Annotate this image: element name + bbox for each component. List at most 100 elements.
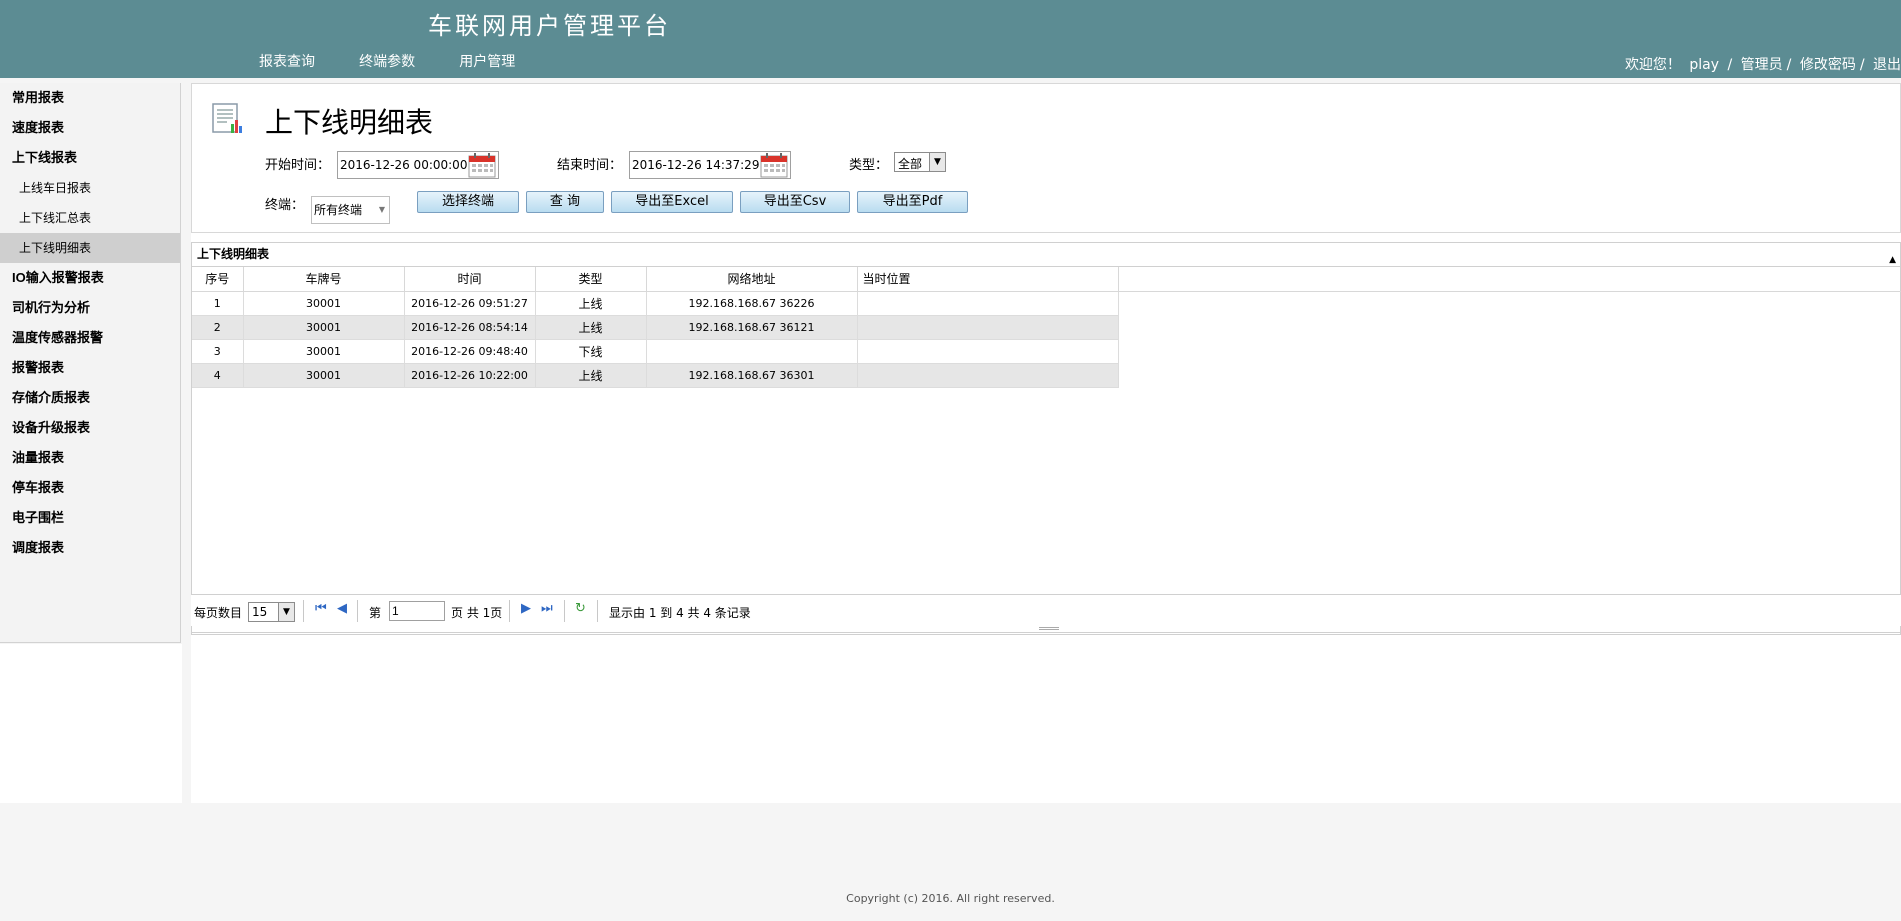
last-page-icon[interactable]: ⏭ [541, 601, 553, 616]
page-size-value: 15 [252, 605, 268, 619]
chevron-down-icon[interactable]: ▼ [379, 205, 385, 214]
export-pdf-button[interactable]: 导出至Pdf [857, 191, 968, 213]
page-size-select[interactable]: 15 ▼ [248, 602, 295, 622]
calendar-icon[interactable] [468, 153, 496, 178]
end-time-value: 2016-12-26 14:37:29 [632, 158, 760, 172]
cell-plate: 30001 [243, 315, 405, 340]
pager-separator [509, 600, 510, 622]
pager-separator [597, 600, 598, 622]
change-password-link[interactable]: 修改密码 [1800, 57, 1856, 73]
page-title: 上下线明细表 [265, 108, 434, 139]
column-header-index[interactable]: 序号 [192, 267, 244, 292]
sidebar-item-upgrade-reports[interactable]: 设备升级报表 [0, 413, 180, 443]
grip-icon[interactable] [1039, 627, 1059, 630]
sidebar-item-alarm-reports[interactable]: 报警报表 [0, 353, 180, 383]
column-header-plate[interactable]: 车牌号 [243, 267, 405, 292]
pager-separator [357, 600, 358, 622]
data-grid: 上下线明细表 ▲ 序号 车牌号 时间 类型 网络地址 当时位置 1 30001 … [191, 242, 1901, 635]
calendar-icon[interactable] [760, 153, 788, 178]
grid-title: 上下线明细表 ▲ [192, 243, 1900, 267]
cell-index: 1 [192, 291, 244, 316]
table-row[interactable]: 1 30001 2016-12-26 09:51:27 上线 192.168.1… [192, 291, 1119, 316]
export-excel-button[interactable]: 导出至Excel [611, 191, 733, 213]
chevron-down-icon[interactable]: ▼ [929, 153, 945, 171]
main-content: 上下线明细表 开始时间： 2016-12-26 00:00:00 结束时间： 2… [191, 83, 1901, 803]
select-terminal-button[interactable]: 选择终端 [417, 191, 519, 213]
sidebar-item-temperature-alarm[interactable]: 温度传感器报警 [0, 323, 180, 353]
table-row[interactable]: 3 30001 2016-12-26 09:48:40 下线 [192, 339, 1119, 364]
refresh-icon[interactable]: ↻ [575, 601, 586, 616]
sidebar-item-io-alarm[interactable]: IO输入报警报表 [0, 263, 180, 293]
logout-link[interactable]: 退出 [1873, 57, 1901, 73]
pager-separator [564, 600, 565, 622]
separator: / [1727, 57, 1733, 73]
end-time-label: 结束时间： [557, 158, 623, 173]
current-page-input[interactable] [389, 601, 445, 621]
type-select[interactable]: 全部 ▼ [894, 152, 946, 172]
collapse-icon[interactable]: ▲ [1889, 249, 1896, 272]
nav-user-management[interactable]: 用户管理 [459, 54, 515, 70]
role-link[interactable]: 管理员 [1741, 57, 1783, 73]
sidebar-item-online-offline-reports[interactable]: 上下线报表 [0, 143, 180, 173]
sidebar-item-parking-reports[interactable]: 停车报表 [0, 473, 180, 503]
prev-page-icon[interactable]: ◀ [337, 601, 347, 616]
sidebar-subitem-online-detail[interactable]: 上下线明细表 [0, 233, 180, 263]
sidebar-item-speed-reports[interactable]: 速度报表 [0, 113, 180, 143]
pager: 每页数目 15 ▼ ⏮ ◀ 第 页 共 1页 ▶ ⏭ ↻ 显示由 1 到 4 共… [191, 594, 1901, 626]
cell-location [857, 315, 1119, 340]
grid-header-row: 序号 车牌号 时间 类型 网络地址 当时位置 [192, 267, 1119, 292]
record-summary: 显示由 1 到 4 共 4 条记录 [609, 606, 751, 620]
search-button[interactable]: 查 询 [526, 191, 604, 213]
sidebar-item-geofence[interactable]: 电子围栏 [0, 503, 180, 533]
page-prefix: 第 [369, 606, 382, 620]
column-header-location[interactable]: 当时位置 [857, 267, 1119, 292]
sidebar-item-driver-behavior[interactable]: 司机行为分析 [0, 293, 180, 323]
grid-table: 序号 车牌号 时间 类型 网络地址 当时位置 1 30001 2016-12-2… [192, 267, 1119, 388]
cell-time: 2016-12-26 09:51:27 [404, 291, 536, 316]
start-time-value: 2016-12-26 00:00:00 [340, 158, 468, 172]
welcome-text: 欢迎您！ [1624, 57, 1681, 73]
nav-report-query[interactable]: 报表查询 [259, 54, 315, 70]
end-time-input[interactable]: 2016-12-26 14:37:29 [629, 151, 791, 179]
cell-plate: 30001 [243, 291, 405, 316]
first-page-icon[interactable]: ⏮ [315, 601, 327, 616]
username-link[interactable]: play [1689, 57, 1719, 73]
report-icon [212, 103, 242, 133]
export-csv-button[interactable]: 导出至Csv [740, 191, 850, 213]
sidebar-item-storage-reports[interactable]: 存储介质报表 [0, 383, 180, 413]
copyright-text: Copyright (c) 2016. All right reserved. [846, 892, 1055, 905]
next-page-icon[interactable]: ▶ [521, 601, 531, 616]
cell-time: 2016-12-26 08:54:14 [404, 315, 536, 340]
cell-type: 下线 [535, 339, 647, 364]
cell-network-address: 192.168.168.67 36301 [646, 363, 858, 388]
query-panel: 上下线明细表 开始时间： 2016-12-26 00:00:00 结束时间： 2… [191, 83, 1901, 233]
sidebar-item-dispatch-reports[interactable]: 调度报表 [0, 533, 180, 563]
column-header-time[interactable]: 时间 [404, 267, 536, 292]
table-row[interactable]: 2 30001 2016-12-26 08:54:14 上线 192.168.1… [192, 315, 1119, 340]
cell-plate: 30001 [243, 339, 405, 364]
resize-handle[interactable] [191, 626, 1901, 633]
terminal-combo-value: 所有终端 [314, 203, 363, 217]
table-row[interactable]: 4 30001 2016-12-26 10:22:00 上线 192.168.1… [192, 363, 1119, 388]
sidebar-subitem-online-daily[interactable]: 上线车日报表 [0, 173, 180, 203]
page-size-label: 每页数目 [194, 606, 243, 620]
cell-time: 2016-12-26 09:48:40 [404, 339, 536, 364]
terminal-combo[interactable]: 所有终端 ▼ [311, 196, 390, 224]
sidebar-item-fuel-reports[interactable]: 油量报表 [0, 443, 180, 473]
cell-location [857, 363, 1119, 388]
cell-index: 2 [192, 315, 244, 340]
start-time-input[interactable]: 2016-12-26 00:00:00 [337, 151, 499, 179]
cell-type: 上线 [535, 315, 647, 340]
column-header-type[interactable]: 类型 [535, 267, 647, 292]
separator: / [1786, 57, 1792, 73]
terminal-label: 终端： [265, 198, 305, 213]
nav-terminal-params[interactable]: 终端参数 [359, 54, 415, 70]
grid-header-rule [192, 291, 1901, 292]
page-total: 页 共 1页 [451, 606, 503, 620]
sidebar-item-common-reports[interactable]: 常用报表 [0, 83, 180, 113]
sidebar: 常用报表 速度报表 上下线报表 上线车日报表 上下线汇总表 上下线明细表 IO输… [0, 83, 181, 643]
chevron-down-icon[interactable]: ▼ [278, 603, 294, 621]
sidebar-subitem-online-summary[interactable]: 上下线汇总表 [0, 203, 180, 233]
user-bar: 欢迎您！ play / 管理员 / 修改密码 / 退出 [1621, 54, 1901, 74]
column-header-network-address[interactable]: 网络地址 [646, 267, 858, 292]
